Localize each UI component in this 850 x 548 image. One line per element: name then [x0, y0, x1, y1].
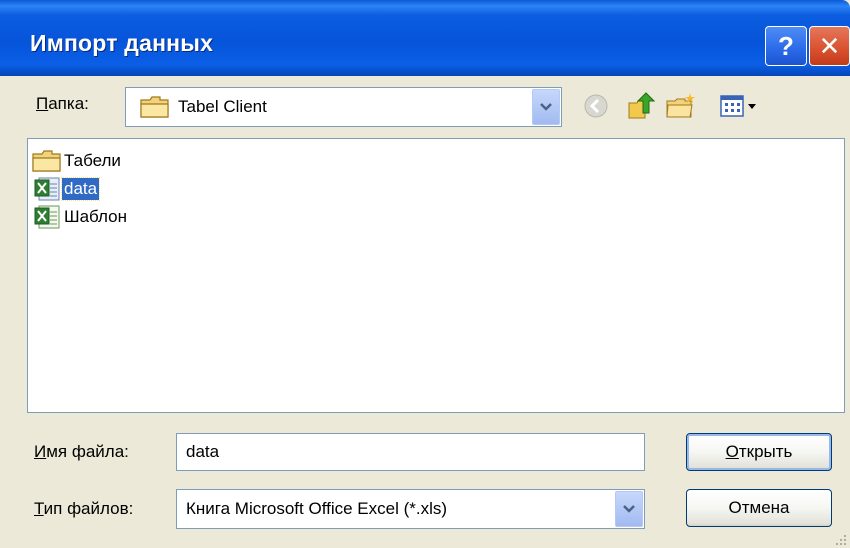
filetype-label: Тип файлов:	[34, 499, 133, 519]
folder-label-text: апка:	[48, 94, 89, 113]
title-bar[interactable]: Импорт данных ? ✕	[0, 0, 850, 76]
folder-icon	[140, 95, 170, 124]
import-dialog: Импорт данных ? ✕ Папка: Tabel Client Та…	[0, 0, 850, 548]
back-icon	[584, 94, 608, 118]
view-menu-icon	[720, 95, 756, 117]
file-list[interactable]: Табели data Шаблон	[27, 138, 845, 413]
list-item-label: Табели	[64, 151, 121, 170]
new-folder-icon	[666, 93, 695, 118]
filetype-label-accesskey: Т	[34, 499, 44, 518]
open-button[interactable]: Открыть	[686, 433, 832, 471]
list-item[interactable]: data	[32, 176, 101, 202]
cancel-button-label: Отмена	[728, 498, 790, 517]
filetype-dropdown-button[interactable]	[615, 491, 643, 527]
list-item-label: Шаблон	[64, 207, 127, 226]
folder-select-value: Tabel Client	[178, 97, 267, 116]
new-folder-button[interactable]	[665, 91, 697, 121]
close-button[interactable]: ✕	[809, 26, 850, 66]
list-item[interactable]: Шаблон	[32, 204, 129, 230]
help-icon: ?	[778, 30, 794, 61]
filename-field[interactable]: data	[176, 433, 645, 471]
filename-label-accesskey: И	[34, 442, 47, 461]
filetype-select[interactable]: Книга Microsoft Office Excel (*.xls)	[176, 489, 645, 529]
excel-file-icon	[32, 177, 62, 201]
excel-file-icon	[32, 205, 62, 229]
folder-dropdown-button[interactable]	[532, 89, 560, 125]
open-button-label: ткрыть	[738, 442, 793, 461]
folder-select[interactable]: Tabel Client	[125, 87, 562, 127]
filename-label: Имя файла:	[34, 442, 129, 462]
filename-label-text: мя файла:	[46, 442, 129, 461]
view-menu-button[interactable]	[718, 91, 764, 121]
list-item-label: data	[60, 177, 101, 201]
up-folder-icon	[628, 92, 655, 119]
up-folder-button[interactable]	[624, 91, 656, 121]
filetype-select-value: Книга Microsoft Office Excel (*.xls)	[186, 499, 448, 518]
resize-grip-icon[interactable]	[833, 531, 847, 545]
folder-icon	[32, 149, 62, 173]
folder-label-accesskey: П	[36, 94, 49, 113]
back-button[interactable]	[580, 91, 612, 121]
list-item[interactable]: Табели	[32, 148, 123, 174]
open-button-accesskey: О	[725, 442, 739, 461]
chevron-down-icon	[540, 103, 552, 111]
cancel-button[interactable]: Отмена	[686, 489, 832, 527]
dialog-title: Импорт данных	[30, 30, 214, 56]
close-icon: ✕	[818, 30, 841, 61]
filetype-label-text: ип файлов:	[43, 499, 134, 518]
help-button[interactable]: ?	[765, 26, 807, 66]
chevron-down-icon	[623, 505, 635, 513]
filename-field-value: data	[186, 442, 220, 461]
folder-label: Папка:	[36, 94, 89, 114]
